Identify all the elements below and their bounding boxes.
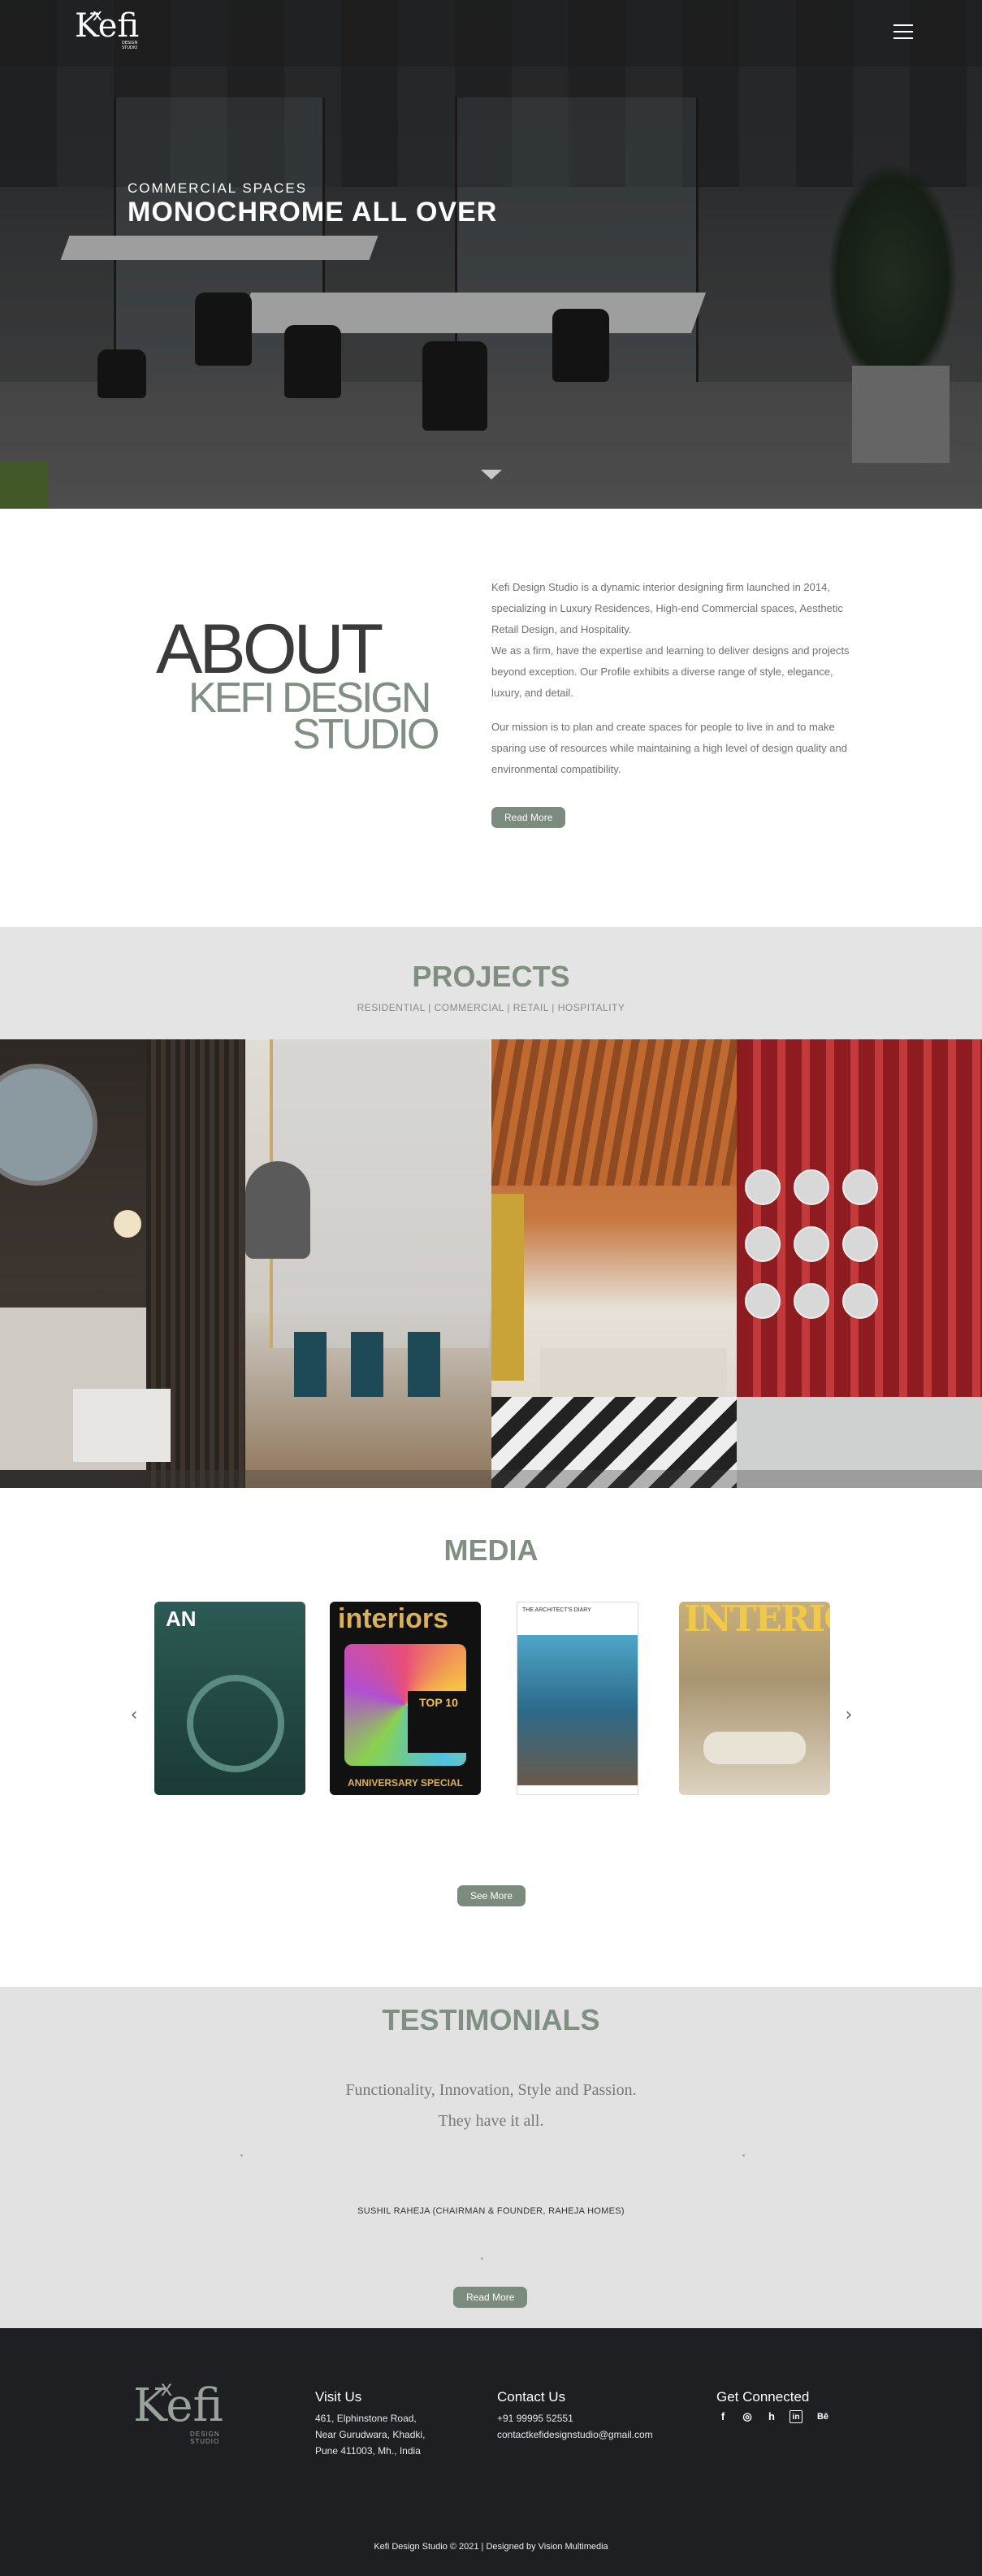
- carousel-dot[interactable]: [240, 2154, 243, 2157]
- testimonials-title: TESTIMONIALS: [382, 2003, 600, 2036]
- social-icons: f ◎ h in Bē: [716, 2410, 832, 2423]
- magazine-masthead: interiors: [338, 1603, 449, 1634]
- address-line: 461, Elphinstone Road,: [315, 2413, 417, 2424]
- footer-visit-heading: Visit Us: [315, 2389, 362, 2405]
- footer-contact-heading: Contact Us: [497, 2389, 566, 2405]
- footer-logo-text: Kefi: [133, 2379, 223, 2432]
- hero-title: MONOCHROME ALL OVER: [128, 197, 498, 228]
- hero-overlay: [0, 0, 982, 509]
- site-footer: x Kefi DESIGN STUDIO Visit Us 461, Elphi…: [0, 2328, 982, 2576]
- media-section: MEDIA ‹ › AN interiors TOP 10 ANNIVERSAR…: [0, 1488, 982, 1987]
- footer-logo[interactable]: x Kefi DESIGN STUDIO: [133, 2375, 223, 2457]
- testimonial-quote-line: Functionality, Innovation, Style and Pas…: [345, 2081, 637, 2099]
- footer-social-heading: Get Connected: [716, 2389, 810, 2405]
- address-line: Near Gurudwara, Khadki,: [315, 2429, 426, 2440]
- behance-icon[interactable]: Bē: [814, 2410, 832, 2423]
- about-section: ABOUT KEFI DESIGN STUDIO Kefi Design Stu…: [0, 509, 982, 927]
- projects-gallery: [0, 1039, 982, 1488]
- footer-social-column: Get Connected f ◎ h in Bē: [716, 2389, 832, 2423]
- chevron-left-icon[interactable]: ‹: [126, 1706, 142, 1724]
- testimonial-quote: Functionality, Innovation, Style and Pas…: [0, 2075, 982, 2136]
- carousel-dot[interactable]: [742, 2154, 745, 2157]
- chevron-right-icon[interactable]: ›: [841, 1706, 857, 1724]
- email-link[interactable]: contactkefidesignstudio@gmail.com: [497, 2426, 653, 2443]
- hamburger-icon[interactable]: [893, 24, 913, 41]
- about-graphic-line3: STUDIO: [292, 711, 439, 758]
- logo-x-mark: x: [93, 5, 102, 24]
- testimonials-section: TESTIMONIALS Functionality, Innovation, …: [0, 1987, 982, 2328]
- logo-text: Kefi: [75, 7, 140, 45]
- carousel-dot[interactable]: [481, 2257, 483, 2260]
- projects-section: PROJECTS RESIDENTIAL | COMMERCIAL | RETA…: [0, 927, 982, 1488]
- magazine-cover[interactable]: INTERIORS: [679, 1602, 830, 1795]
- phone-link[interactable]: +91 99995 52551: [497, 2410, 653, 2426]
- about-read-more-button[interactable]: Read More: [491, 807, 566, 828]
- magazine-footer: ANNIVERSARY SPECIAL: [347, 1777, 464, 1789]
- hero-subtitle: COMMERCIAL SPACES: [128, 180, 308, 196]
- hero-banner: x Kefi DESIGN STUDIO COMMERCIAL SPACES M…: [0, 0, 982, 509]
- footer-contact-column: Contact Us +91 99995 52551 contactkefide…: [497, 2389, 653, 2443]
- linkedin-icon[interactable]: in: [789, 2410, 802, 2423]
- magazine-masthead: INTERIORS: [684, 1602, 830, 1640]
- projects-categories: RESIDENTIAL | COMMERCIAL | RETAIL | HOSP…: [357, 1002, 625, 1013]
- top-navbar: x Kefi DESIGN STUDIO: [0, 0, 982, 67]
- projects-title: PROJECTS: [412, 960, 570, 993]
- magazine-cover[interactable]: interiors TOP 10 ANNIVERSARY SPECIAL: [330, 1602, 481, 1795]
- magazine-cover[interactable]: AN: [154, 1602, 305, 1795]
- address-line: Pune 411003, Mh., India: [315, 2445, 421, 2457]
- instagram-icon[interactable]: ◎: [741, 2410, 754, 2423]
- about-paragraph: Kefi Design Studio is a dynamic interior…: [491, 581, 843, 635]
- about-paragraph: Our mission is to plan and create spaces…: [491, 721, 847, 775]
- testimonial-quote-line: They have it all.: [438, 2112, 544, 2130]
- media-see-more-button[interactable]: See More: [457, 1885, 526, 1906]
- projects-bottom-strip: [0, 1470, 982, 1488]
- logo-subtext: DESIGN STUDIO: [122, 41, 138, 50]
- chevron-down-icon[interactable]: [481, 470, 502, 481]
- facebook-icon[interactable]: f: [716, 2410, 729, 2423]
- about-graphic: ABOUT KEFI DESIGN STUDIO: [156, 614, 465, 777]
- magazine-masthead: AN: [166, 1607, 197, 1631]
- magazine-masthead: THE ARCHITECT'S DIARY: [522, 1607, 591, 1613]
- logo-x-mark: x: [161, 2375, 172, 2400]
- magazine-cover[interactable]: THE ARCHITECT'S DIARY: [517, 1602, 638, 1795]
- copyright-text: Kefi Design Studio © 2021 | Designed by …: [374, 2542, 608, 2552]
- magazine-badge: TOP 10: [408, 1691, 469, 1753]
- site-logo[interactable]: x Kefi DESIGN STUDIO: [75, 5, 140, 59]
- testimonial-author: SUSHIL RAHEJA (CHAIRMAN & FOUNDER, RAHEJ…: [357, 2206, 625, 2216]
- about-text: Kefi Design Studio is a dynamic interior…: [491, 577, 857, 793]
- project-hospitality-image[interactable]: [736, 1039, 982, 1488]
- testimonials-read-more-button[interactable]: Read More: [453, 2287, 528, 2308]
- footer-visit-column: Visit Us 461, Elphinstone Road, Near Gur…: [315, 2389, 425, 2459]
- houzz-icon[interactable]: h: [765, 2410, 778, 2423]
- project-retail-image[interactable]: [491, 1039, 737, 1488]
- footer-logo-subtext: DESIGN STUDIO: [190, 2431, 220, 2445]
- project-residential-image[interactable]: [0, 1039, 246, 1488]
- project-commercial-image[interactable]: [245, 1039, 491, 1488]
- about-paragraph: We as a firm, have the expertise and lea…: [491, 644, 850, 699]
- media-title: MEDIA: [443, 1533, 539, 1567]
